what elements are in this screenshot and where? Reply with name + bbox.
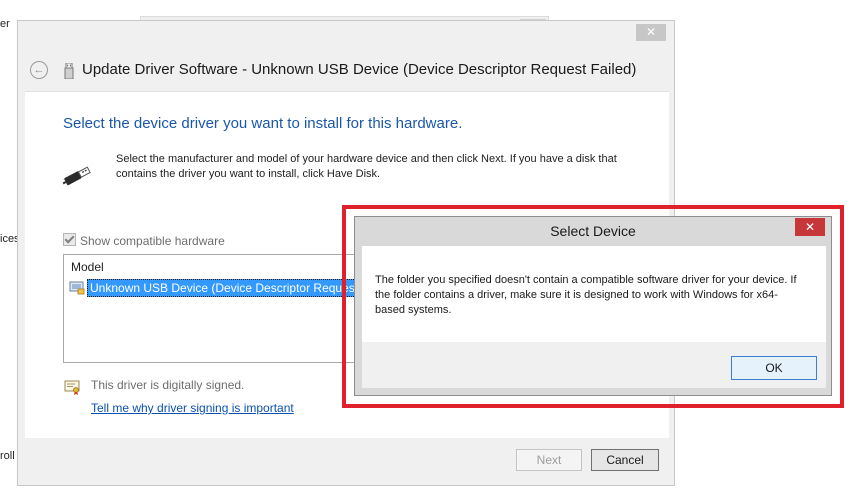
background-text-fragment: roll xyxy=(0,450,15,462)
dialog-title: Select Device xyxy=(550,223,636,239)
signed-status-text: This driver is digitally signed. xyxy=(91,378,245,392)
driver-signing-link[interactable]: Tell me why driver signing is important xyxy=(91,401,294,415)
show-compatible-checkbox[interactable]: Show compatible hardware xyxy=(63,233,225,248)
dialog-message: The folder you specified doesn't contain… xyxy=(375,274,797,316)
next-button[interactable]: Next xyxy=(516,449,582,471)
background-text-fragment: er xyxy=(0,18,10,30)
model-column-header: Model xyxy=(71,260,104,274)
back-button[interactable]: ← xyxy=(30,61,48,79)
page-heading: Select the device driver you want to ins… xyxy=(63,115,463,132)
driver-icon xyxy=(69,281,85,295)
usb-plug-icon xyxy=(62,166,91,186)
dialog-body: The folder you specified doesn't contain… xyxy=(362,246,826,388)
dialog-close-button[interactable]: ✕ xyxy=(795,218,825,236)
instruction-text: Select the manufacturer and model of you… xyxy=(116,153,617,180)
wizard-close-button[interactable]: ✕ xyxy=(636,24,666,41)
checkbox-checked-icon xyxy=(63,233,76,246)
certificate-icon xyxy=(64,380,80,395)
select-device-dialog: Select Device ✕ The folder you specified… xyxy=(354,216,832,396)
dialog-message-area: The folder you specified doesn't contain… xyxy=(362,246,826,342)
model-item-label: Unknown USB Device (Device Descriptor Re… xyxy=(87,279,372,297)
list-item[interactable]: Unknown USB Device (Device Descriptor Re… xyxy=(69,279,372,297)
checkbox-label: Show compatible hardware xyxy=(80,234,225,248)
usb-device-icon xyxy=(64,63,74,79)
cancel-button[interactable]: Cancel xyxy=(591,449,659,471)
wizard-title: Update Driver Software - Unknown USB Dev… xyxy=(82,61,637,78)
ok-button[interactable]: OK xyxy=(731,356,817,380)
